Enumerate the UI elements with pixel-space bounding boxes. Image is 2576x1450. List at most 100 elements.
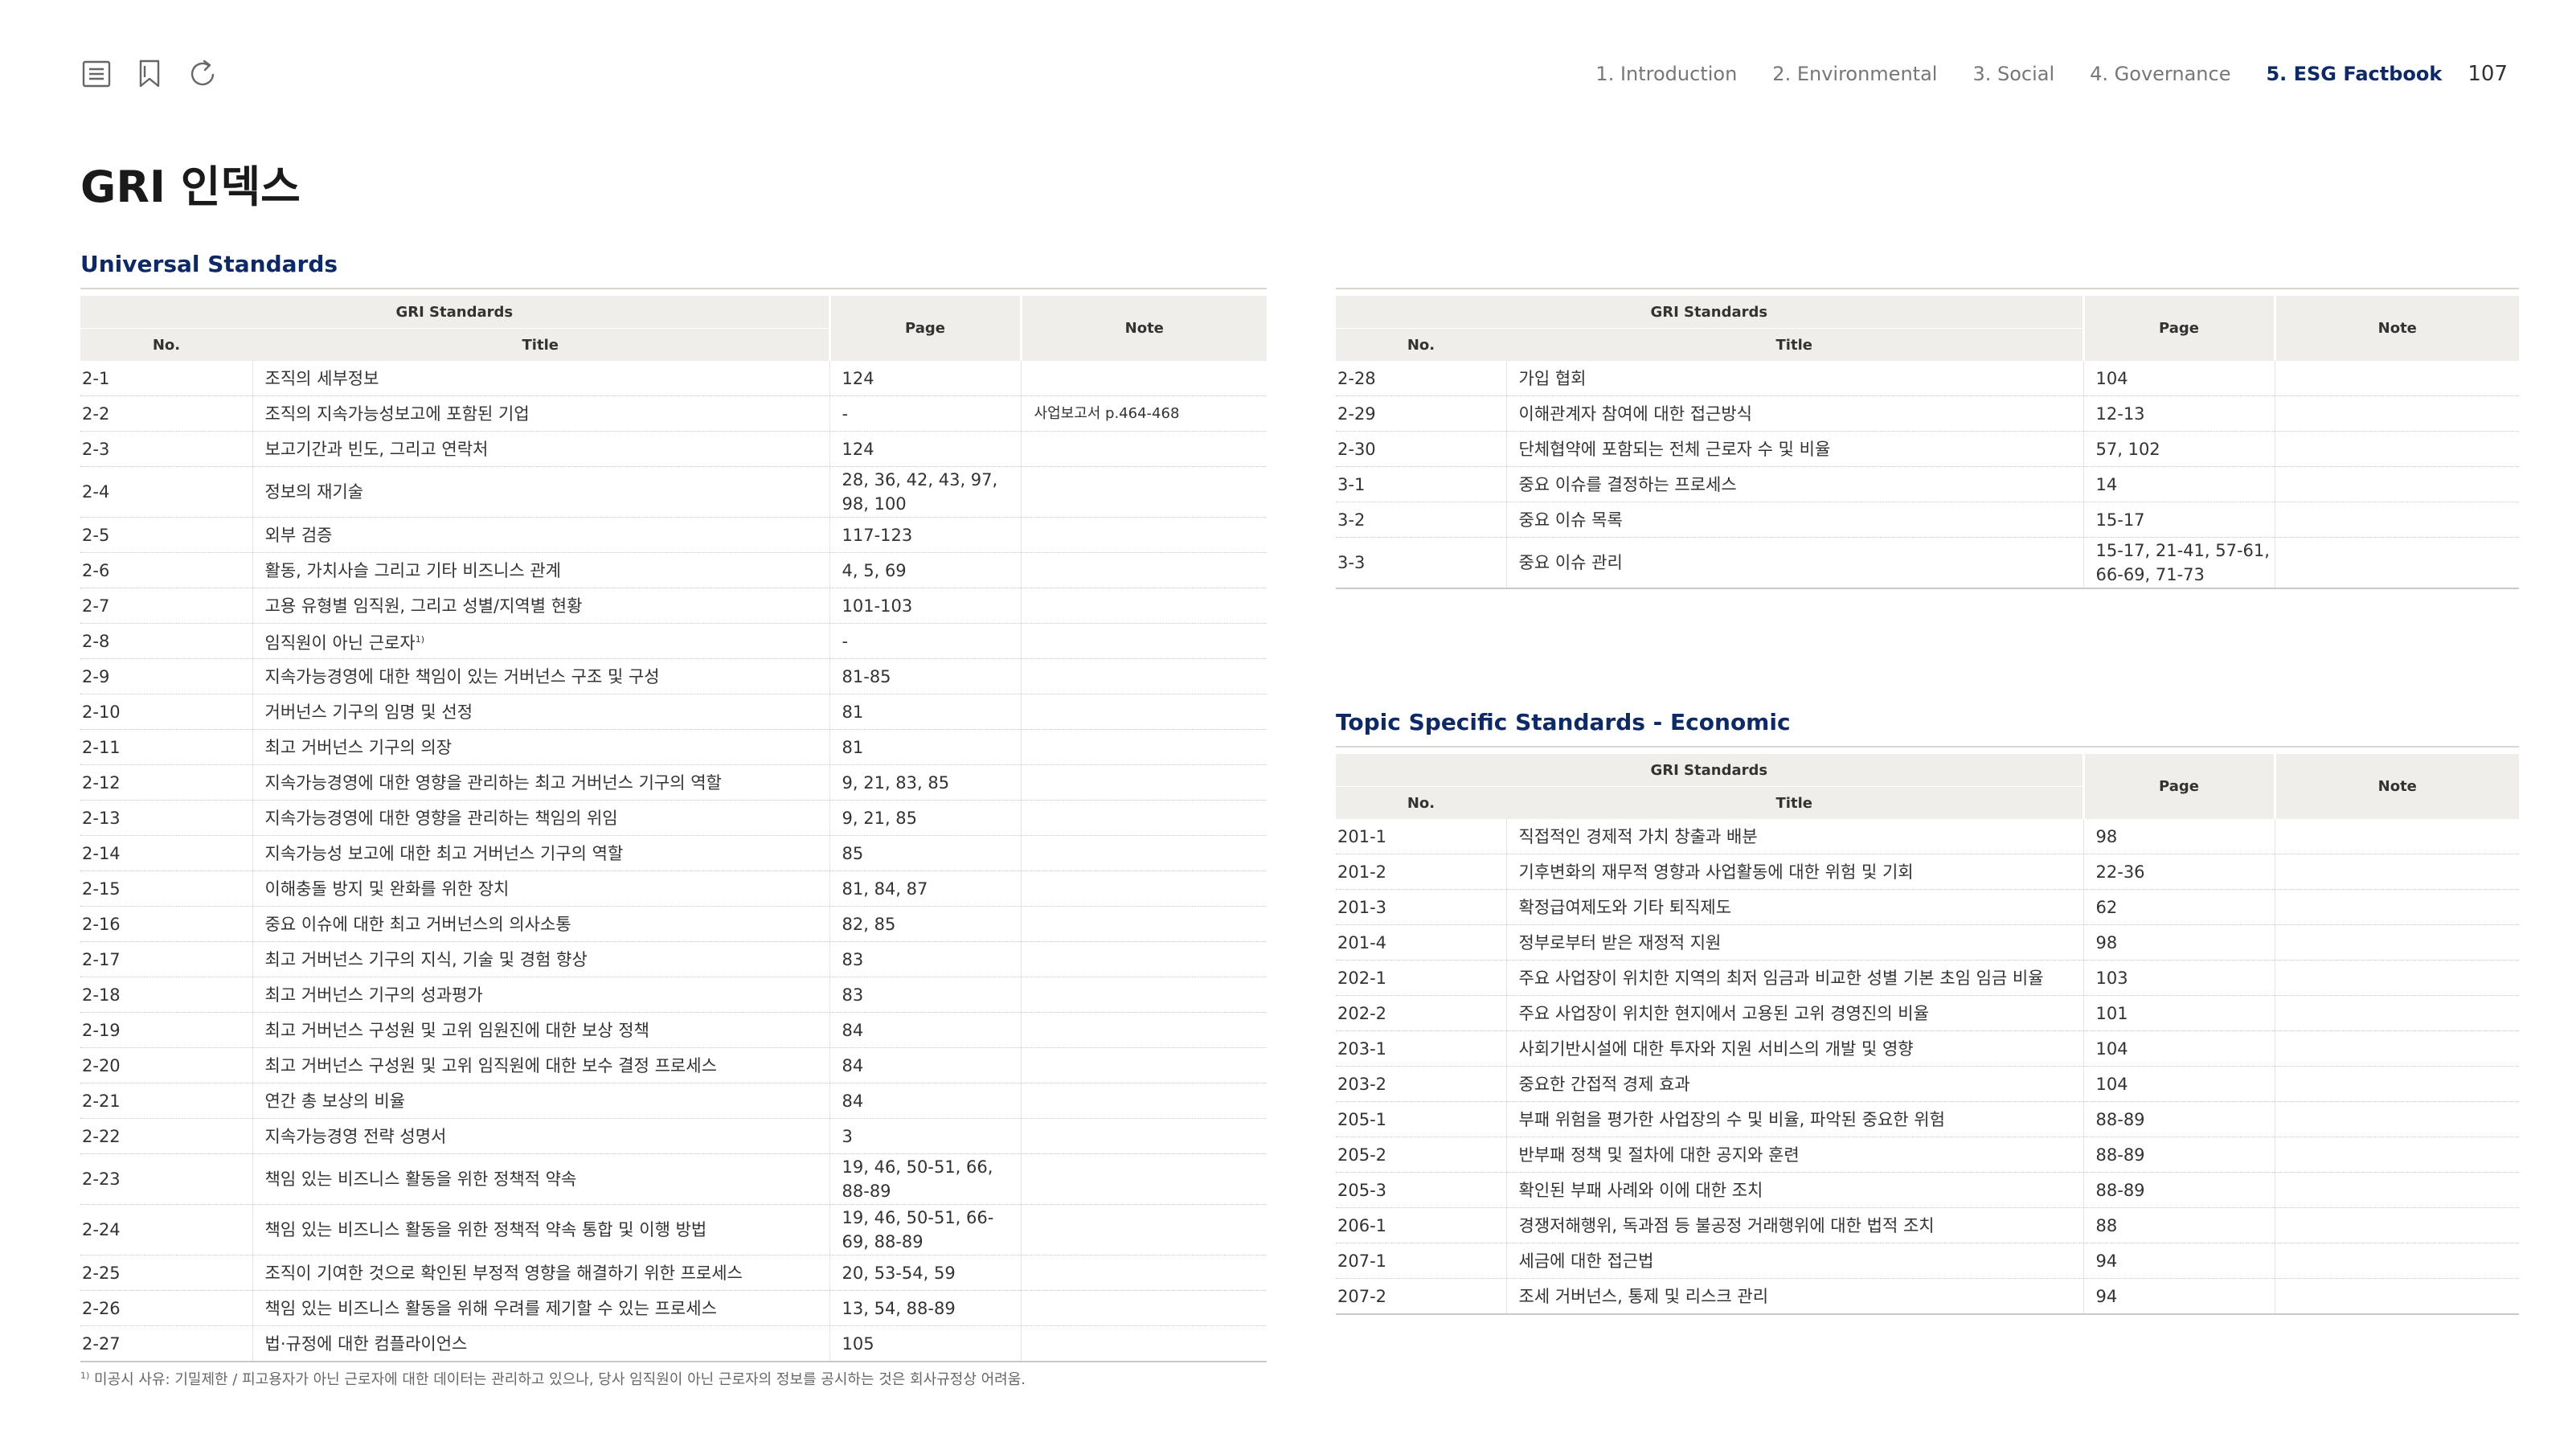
cell-note xyxy=(2274,889,2520,925)
cell-note xyxy=(2274,1066,2520,1102)
cell-note xyxy=(1020,623,1268,659)
cell-title-text: 조세 거버넌스, 통제 및 리스크 관리 xyxy=(1518,1286,1769,1306)
cell-no: 2-3 xyxy=(80,431,252,467)
cell-page: 84 xyxy=(829,1083,1022,1119)
cell-title: 중요 이슈를 결정하는 프로세스 xyxy=(1505,466,2084,502)
cell-page: 22-36 xyxy=(2083,854,2275,890)
table-row: 2-14 지속가능성 보고에 대한 최고 거버넌스 기구의 역할 85 xyxy=(80,835,1268,871)
cell-no: 206-1 xyxy=(1336,1207,1506,1243)
cell-page-text: 19, 46, 50-51, 66-69, 88-89 xyxy=(842,1208,994,1251)
cell-note xyxy=(2274,466,2520,502)
cell-title-text: 확인된 부패 사례와 이에 대한 조치 xyxy=(1518,1180,1763,1200)
cell-no: 2-4 xyxy=(80,466,252,518)
table-row: 2-21 연간 총 보상의 비율 84 xyxy=(80,1083,1268,1119)
cell-note xyxy=(1020,1325,1268,1362)
universal-table-left: GRI Standards Page Note No. Title 2-1 조직의… xyxy=(80,288,1268,1362)
table-row: 202-1 주요 사업장이 위치한 지역의 최저 임금과 비교한 성별 기본 초임… xyxy=(1336,960,2520,996)
cell-title: 중요 이슈에 대한 최고 거버넌스의 의사소통 xyxy=(252,906,830,942)
cell-page: 13, 54, 88-89 xyxy=(829,1290,1022,1326)
table-row: 201-2 기후변화의 재무적 영향과 사업활동에 대한 위험 및 기회 22-36 xyxy=(1336,854,2520,890)
list-icon[interactable] xyxy=(80,58,113,90)
cell-page: 19, 46, 50-51, 66-69, 88-89 xyxy=(829,1204,1022,1255)
table-row: 2-10 거버넌스 기구의 임명 및 선정 81 xyxy=(80,694,1268,730)
table-row: 207-1 세금에 대한 접근법 94 xyxy=(1336,1243,2520,1279)
cell-no: 2-2 xyxy=(80,395,252,432)
cell-no: 2-18 xyxy=(80,977,252,1013)
cell-title: 조세 거버넌스, 통제 및 리스크 관리 xyxy=(1505,1278,2084,1315)
cell-no: 2-22 xyxy=(80,1118,252,1154)
table-row: 2-11 최고 거버넌스 기구의 의장 81 xyxy=(80,729,1268,765)
cell-no: 2-17 xyxy=(80,941,252,977)
cell-page-text: 88-89 xyxy=(2095,1109,2145,1129)
cell-note xyxy=(2274,854,2520,890)
cell-page-text: 104 xyxy=(2095,1038,2128,1059)
cell-title-text: 단체협약에 포함되는 전체 근로자 수 및 비율 xyxy=(1518,439,1831,459)
table-row: 2-23 책임 있는 비즈니스 활동을 위한 정책적 약속 19, 46, 50-5… xyxy=(80,1153,1268,1205)
cell-page-text: 81 xyxy=(842,702,864,722)
cell-title-text: 부패 위험을 평가한 사업장의 수 및 비율, 파악된 중요한 위험 xyxy=(1518,1109,1945,1129)
cell-page-text: - xyxy=(842,631,849,651)
cell-page: 9, 21, 83, 85 xyxy=(829,764,1022,801)
cell-title-text: 중요 이슈에 대한 최고 거버넌스의 의사소통 xyxy=(264,914,571,934)
bookmark-icon[interactable] xyxy=(133,58,166,90)
cell-page: 103 xyxy=(2083,960,2275,996)
cell-title-text: 법·규정에 대한 컴플라이언스 xyxy=(264,1333,468,1354)
table-row: 3-1 중요 이슈를 결정하는 프로세스 14 xyxy=(1336,466,2520,502)
cell-page-text: 105 xyxy=(842,1333,874,1354)
cell-no: 2-1 xyxy=(80,361,252,396)
cell-page-text: 124 xyxy=(842,368,874,388)
nav-esg-factbook[interactable]: 5. ESG Factbook xyxy=(2266,63,2442,85)
refresh-icon[interactable] xyxy=(186,58,219,90)
nav-environmental[interactable]: 2. Environmental xyxy=(1772,63,1937,85)
table-row: 2-7 고용 유형별 임직원, 그리고 성별/지역별 현황 101-103 xyxy=(80,588,1268,624)
cell-page: 101-103 xyxy=(829,588,1022,624)
cell-page: 81 xyxy=(829,729,1022,765)
table-row: 2-6 활동, 가치사슬 그리고 기타 비즈니스 관계 4, 5, 69 xyxy=(80,552,1268,588)
cell-no: 2-19 xyxy=(80,1012,252,1048)
cell-page: 81 xyxy=(829,694,1022,730)
cell-no: 202-1 xyxy=(1336,960,1506,996)
cell-title-text: 최고 거버넌스 기구의 성과평가 xyxy=(264,985,483,1005)
cell-note xyxy=(2274,1243,2520,1279)
header-gri-standards: GRI Standards xyxy=(80,296,830,329)
cell-page-text: 9, 21, 85 xyxy=(842,808,918,828)
cell-page: 98 xyxy=(2083,924,2275,961)
table-row: 205-3 확인된 부패 사례와 이에 대한 조치 88-89 xyxy=(1336,1172,2520,1208)
cell-page-text: 94 xyxy=(2095,1251,2118,1271)
cell-no: 2-7 xyxy=(80,588,252,624)
cell-title: 세금에 대한 접근법 xyxy=(1505,1243,2084,1279)
cell-title-text: 지속가능경영에 대한 영향을 관리하는 책임의 위임 xyxy=(264,808,618,828)
cell-title-text: 책임 있는 비즈니스 활동을 위한 정책적 약속 통합 및 이행 방법 xyxy=(264,1220,707,1239)
cell-title: 이해충돌 방지 및 완화를 위한 장치 xyxy=(252,870,830,907)
nav-social[interactable]: 3. Social xyxy=(1972,63,2054,85)
table-row: 2-12 지속가능경영에 대한 영향을 관리하는 최고 거버넌스 기구의 역할 9,… xyxy=(80,764,1268,801)
table-row: 201-3 확정급여제도와 기타 퇴직제도 62 xyxy=(1336,889,2520,925)
cell-title: 거버넌스 기구의 임명 및 선정 xyxy=(252,694,830,730)
cell-no-text: 2-11 xyxy=(82,737,121,757)
cell-no: 2-15 xyxy=(80,870,252,907)
cell-title-text: 지속가능경영에 대한 영향을 관리하는 최고 거버넌스 기구의 역할 xyxy=(264,772,722,793)
nav-introduction[interactable]: 1. Introduction xyxy=(1595,63,1737,85)
page-title: GRI 인덱스 xyxy=(80,162,301,212)
header-title: Title xyxy=(1506,328,2084,361)
footnote-marker: 1) xyxy=(80,1370,90,1381)
cell-page: 98 xyxy=(2083,819,2275,854)
cell-page-text: 15-17 xyxy=(2095,510,2145,530)
cell-note xyxy=(2274,995,2520,1031)
cell-note xyxy=(2274,960,2520,996)
cell-no: 2-24 xyxy=(80,1204,252,1255)
cell-page-text: 88 xyxy=(2095,1215,2118,1235)
cell-title: 최고 거버넌스 기구의 성과평가 xyxy=(252,977,830,1013)
nav-governance[interactable]: 4. Governance xyxy=(2090,63,2230,85)
cell-no: 2-13 xyxy=(80,800,252,836)
header-note: Note xyxy=(1019,296,1268,361)
cell-note xyxy=(2274,1207,2520,1243)
cell-page-text: 83 xyxy=(842,949,864,969)
cell-note xyxy=(1020,658,1268,694)
cell-page: 84 xyxy=(829,1047,1022,1083)
cell-title: 확정급여제도와 기타 퇴직제도 xyxy=(1505,889,2084,925)
cell-title: 기후변화의 재무적 영향과 사업활동에 대한 위험 및 기회 xyxy=(1505,854,2084,890)
header-no: No. xyxy=(1336,786,1506,819)
cell-page: - xyxy=(829,623,1022,659)
table-row: 2-20 최고 거버넌스 구성원 및 고위 임직원에 대한 보수 결정 프로세스 8… xyxy=(80,1047,1268,1083)
